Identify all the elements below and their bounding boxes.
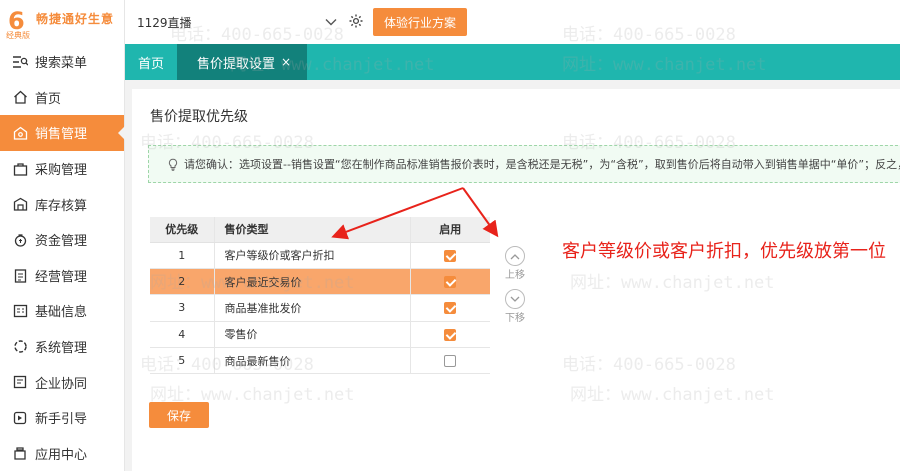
app-center-icon bbox=[12, 445, 28, 461]
content-panel: 售价提取优先级 请您确认：选项设置--销售设置“您在制作商品标准销售报价表时，是… bbox=[132, 89, 900, 471]
sidebar-item-label: 企业协同 bbox=[35, 376, 88, 392]
table-row[interactable]: 1 客户等级价或客户折扣 bbox=[150, 242, 490, 269]
chevron-down-icon bbox=[505, 289, 525, 309]
sidebar-item-inventory[interactable]: 库存核算 bbox=[0, 186, 124, 222]
sidebar-item-funds[interactable]: 资金管理 bbox=[0, 222, 124, 258]
move-down-label: 下移 bbox=[505, 313, 525, 324]
sidebar-item-label: 首页 bbox=[35, 91, 62, 107]
close-icon[interactable]: × bbox=[281, 55, 291, 69]
priority-cell: 4 bbox=[150, 321, 214, 349]
sidebar-item-label: 搜索菜单 bbox=[35, 56, 88, 72]
price-type-cell: 商品基准批发价 bbox=[213, 294, 411, 322]
sidebar-item-label: 基础信息 bbox=[35, 305, 88, 321]
enabled-cell bbox=[410, 321, 490, 349]
collaboration-icon bbox=[12, 374, 28, 390]
sidebar-item-business[interactable]: 经营管理 bbox=[0, 258, 124, 294]
enabled-checkbox[interactable] bbox=[444, 328, 457, 341]
funds-icon bbox=[12, 232, 28, 248]
brand-name: 畅捷通好生意 bbox=[36, 11, 115, 26]
inventory-icon bbox=[12, 196, 28, 212]
logo[interactable]: 6 经典版 畅捷通好生意 bbox=[0, 0, 124, 44]
basic-info-icon bbox=[12, 303, 28, 319]
column-header-priority: 优先级 bbox=[150, 217, 214, 243]
move-up-button[interactable]: 上移 bbox=[505, 246, 525, 281]
enabled-cell bbox=[410, 268, 490, 296]
lightbulb-icon bbox=[167, 158, 179, 171]
priority-cell: 5 bbox=[150, 347, 214, 375]
sidebar-item-label: 资金管理 bbox=[35, 234, 88, 250]
table-row[interactable]: 3 商品基准批发价 bbox=[150, 294, 490, 322]
edition-label: 经典版 bbox=[6, 31, 30, 40]
tab-home[interactable]: 首页 bbox=[125, 44, 177, 80]
purchase-icon bbox=[12, 161, 28, 177]
sidebar-item-label: 库存核算 bbox=[35, 198, 88, 214]
enabled-checkbox[interactable] bbox=[444, 249, 457, 262]
sidebar-item-label: 新手引导 bbox=[35, 412, 88, 428]
sidebar-item-app-center[interactable]: 应用中心 bbox=[0, 436, 124, 471]
sidebar-item-sales[interactable]: 销售管理 bbox=[0, 115, 125, 151]
priority-cell: 1 bbox=[150, 242, 214, 269]
home-icon bbox=[12, 89, 28, 105]
notice-banner: 请您确认：选项设置--销售设置“您在制作商品标准销售报价表时，是含税还是无税”，… bbox=[148, 145, 900, 183]
sidebar-item-purchase[interactable]: 采购管理 bbox=[0, 151, 124, 187]
price-type-cell: 客户等级价或客户折扣 bbox=[213, 242, 411, 269]
search-menu-icon bbox=[12, 54, 28, 70]
sidebar-item-label: 采购管理 bbox=[35, 163, 88, 179]
save-button[interactable]: 保存 bbox=[149, 402, 209, 428]
tab-label: 首页 bbox=[138, 56, 165, 72]
chevron-down-icon bbox=[325, 15, 337, 29]
guide-icon bbox=[12, 410, 28, 426]
trial-industry-plan-button[interactable]: 体验行业方案 bbox=[373, 8, 468, 36]
notice-text: 请您确认：选项设置--销售设置“您在制作商品标准销售报价表时，是含税还是无税”，… bbox=[184, 158, 900, 171]
sidebar-item-home[interactable]: 首页 bbox=[0, 80, 124, 116]
enabled-cell bbox=[410, 242, 490, 269]
move-down-button[interactable]: 下移 bbox=[505, 289, 525, 324]
table-row[interactable]: 4 零售价 bbox=[150, 321, 490, 349]
move-up-label: 上移 bbox=[505, 270, 525, 281]
column-header-price-type: 售价类型 bbox=[213, 217, 411, 243]
sidebar: 6 经典版 畅捷通好生意 搜索菜单 首页 销售管理 采购管理 库存核算 资金管理… bbox=[0, 0, 125, 471]
sidebar-item-collaboration[interactable]: 企业协同 bbox=[0, 364, 124, 400]
account-selector[interactable]: 1129直播 bbox=[137, 14, 337, 31]
price-priority-table: 优先级 售价类型 启用 1 客户等级价或客户折扣 2 客户最近交易价 3 商品基… bbox=[150, 217, 490, 375]
sidebar-item-system[interactable]: 系统管理 bbox=[0, 329, 124, 365]
tab-label: 售价提取设置 bbox=[197, 56, 276, 72]
top-bar: 1129直播 体验行业方案 bbox=[125, 0, 900, 44]
gear-icon bbox=[348, 13, 364, 32]
sidebar-item-label: 应用中心 bbox=[35, 447, 88, 463]
priority-cell: 2 bbox=[150, 268, 214, 296]
enabled-cell bbox=[410, 294, 490, 322]
sidebar-item-guide[interactable]: 新手引导 bbox=[0, 400, 124, 436]
price-type-cell: 商品最新售价 bbox=[213, 347, 411, 375]
logo-mark: 6 经典版 bbox=[6, 9, 30, 40]
settings-button[interactable] bbox=[347, 13, 365, 31]
sales-icon bbox=[12, 125, 28, 141]
enabled-cell bbox=[410, 347, 490, 375]
table-row[interactable]: 5 商品最新售价 bbox=[150, 347, 490, 375]
account-name: 1129直播 bbox=[137, 15, 192, 30]
sidebar-item-label: 销售管理 bbox=[35, 127, 88, 143]
sidebar-item-label: 系统管理 bbox=[35, 341, 88, 357]
enabled-checkbox[interactable] bbox=[444, 276, 457, 289]
tab-bar: 首页 售价提取设置 × bbox=[125, 44, 900, 80]
sidebar-item-search-menu[interactable]: 搜索菜单 bbox=[0, 44, 124, 80]
system-icon bbox=[12, 339, 28, 355]
sidebar-item-basic-info[interactable]: 基础信息 bbox=[0, 293, 124, 329]
chevron-up-icon bbox=[505, 246, 525, 266]
tab-price-extraction-settings[interactable]: 售价提取设置 × bbox=[177, 44, 308, 80]
enabled-checkbox[interactable] bbox=[444, 355, 457, 368]
priority-cell: 3 bbox=[150, 294, 214, 322]
table-header-row: 优先级 售价类型 启用 bbox=[150, 217, 490, 243]
price-type-cell: 零售价 bbox=[213, 321, 411, 349]
enabled-checkbox[interactable] bbox=[444, 302, 457, 315]
column-header-enabled: 启用 bbox=[410, 217, 490, 243]
business-icon bbox=[12, 267, 28, 283]
page-title: 售价提取优先级 bbox=[150, 109, 248, 125]
sidebar-item-label: 经营管理 bbox=[35, 269, 88, 285]
annotation-text: 客户等级价或客户折扣，优先级放第一位 bbox=[562, 241, 886, 262]
table-row[interactable]: 2 客户最近交易价 bbox=[150, 268, 490, 296]
price-type-cell: 客户最近交易价 bbox=[213, 268, 411, 296]
